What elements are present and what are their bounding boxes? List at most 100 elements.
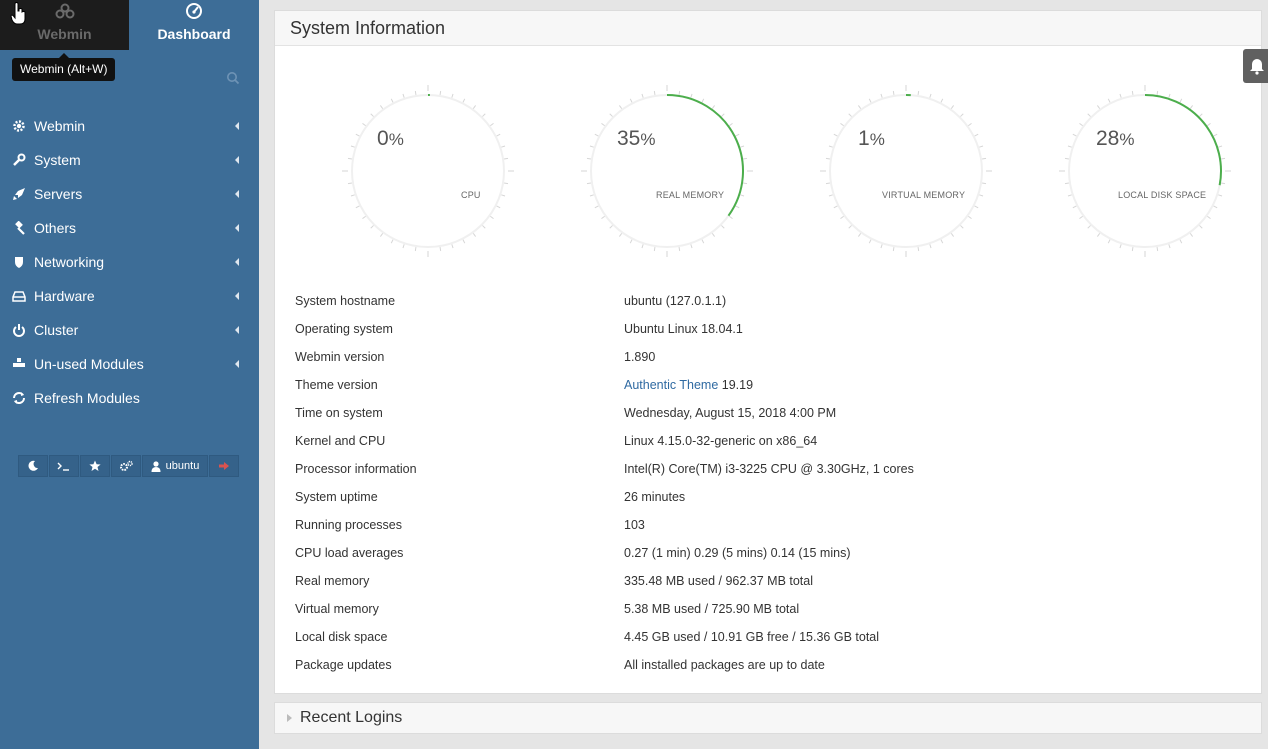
info-value: Authentic Theme 19.19	[624, 378, 753, 392]
gauge-tick	[1179, 98, 1183, 103]
gauge-tick	[1207, 215, 1211, 220]
sidebar-item-label: Webmin	[34, 118, 86, 134]
cogs-icon	[119, 460, 133, 472]
tab-dashboard[interactable]: Dashboard	[129, 0, 259, 50]
gauge-tick	[496, 205, 501, 209]
rocket-icon	[12, 187, 26, 201]
sidebar-item-webmin[interactable]: Webmin	[0, 109, 259, 143]
gauge-tick	[711, 233, 716, 237]
system-info-table: System hostname ubuntu (127.0.1.1) Opera…	[295, 287, 1235, 679]
sidebar: Webmin Dashboard Webmin (Alt+W) Webmin S…	[0, 0, 259, 749]
gauge-tick	[721, 113, 725, 117]
gauge-tick	[735, 133, 740, 137]
gauge-tick	[355, 205, 360, 209]
gauge-tick	[940, 239, 944, 244]
sidebar-item-hardware[interactable]: Hardware	[0, 279, 259, 313]
gauge-tick	[1067, 194, 1072, 197]
recent-logins-panel[interactable]: Recent Logins	[274, 702, 1262, 734]
gauge-tick	[701, 98, 705, 103]
bell-icon	[1249, 57, 1265, 80]
sidebar-item-refresh-modules[interactable]: Refresh Modules	[0, 381, 259, 415]
settings-button[interactable]	[111, 455, 141, 477]
gauge-tick	[350, 194, 355, 197]
time-link[interactable]: Wednesday, August 15, 2018 4:00 PM	[624, 406, 836, 420]
gauge-tick	[439, 246, 442, 252]
info-value: 5.38 MB used / 725.90 MB total	[624, 602, 800, 616]
gauge-tick	[594, 133, 599, 137]
gauge-tick	[1107, 239, 1111, 244]
info-key: Operating system	[295, 322, 393, 336]
gauge-tick	[729, 122, 733, 127]
sidebar-item-label: Un-used Modules	[34, 356, 144, 372]
favorites-button[interactable]	[80, 455, 110, 477]
gauge-tick	[828, 145, 833, 148]
gauge-tick	[1168, 93, 1171, 98]
processes-link[interactable]: 103	[624, 518, 645, 532]
gauge-tick	[379, 105, 384, 109]
logout-button[interactable]	[209, 455, 239, 477]
gauge-tick	[1079, 215, 1083, 220]
info-value: Ubuntu Linux 18.04.1	[624, 322, 743, 336]
hostname-link[interactable]: ubuntu (127.0.1.1)	[624, 294, 726, 308]
gauge-tick	[968, 122, 972, 127]
sidebar-item-others[interactable]: Others	[0, 211, 259, 245]
gauge-tick	[362, 122, 366, 127]
gauge-tick	[690, 244, 693, 249]
gauge-tick	[390, 98, 394, 103]
search-icon[interactable]	[226, 71, 240, 85]
gauge-tick	[490, 215, 494, 220]
theme-link[interactable]: Authentic Theme	[624, 378, 718, 392]
sidebar-item-networking[interactable]: Networking	[0, 245, 259, 279]
gauge-tick	[1189, 105, 1194, 109]
sidebar-item-label: Servers	[34, 186, 83, 202]
gauge-tick	[347, 182, 353, 185]
gauge-tick	[618, 105, 623, 109]
gauge-tick	[451, 244, 454, 249]
info-key: Webmin version	[295, 350, 385, 364]
gauge-local-disk-space: 28% LOCAL DISK SPACE	[1050, 81, 1240, 261]
gauge-tick	[740, 145, 745, 148]
package-updates-link[interactable]: All installed packages are up to date	[624, 658, 825, 672]
info-key: System uptime	[295, 490, 378, 504]
logout-icon	[218, 461, 230, 471]
night-mode-button[interactable]	[18, 455, 48, 477]
gauge-tick	[586, 182, 592, 185]
gauge-tick	[1072, 133, 1077, 137]
gauge-label: CPU	[461, 190, 481, 200]
notifications-button[interactable]	[1243, 49, 1268, 83]
info-key: Real memory	[295, 574, 370, 588]
sidebar-item-cluster[interactable]: Cluster	[0, 313, 259, 347]
gauge-tick	[833, 205, 838, 209]
gauge-tick	[390, 239, 394, 244]
sidebar-item-servers[interactable]: Servers	[0, 177, 259, 211]
info-key: Theme version	[295, 378, 378, 392]
gauge-tick	[974, 205, 979, 209]
user-button[interactable]: ubuntu	[142, 455, 208, 477]
dashboard-gauge-icon	[129, 0, 259, 22]
gauge-tick	[880, 244, 883, 249]
sidebar-item-unused-modules[interactable]: Un-used Modules	[0, 347, 259, 381]
gauge-tick	[370, 113, 374, 117]
gauge-tick	[848, 225, 852, 229]
sidebar-item-system[interactable]: System	[0, 143, 259, 177]
gavel-icon	[12, 220, 26, 235]
caret-left-icon	[235, 190, 239, 198]
gauge-tick	[721, 225, 725, 229]
info-row-webmin-version: Webmin version 1.890	[295, 343, 1235, 371]
uptime-link[interactable]: 26 minutes	[624, 490, 685, 504]
gauge-tick	[929, 244, 932, 249]
tab-webmin-label: Webmin	[37, 26, 92, 42]
gauge-track	[351, 94, 505, 248]
gauge-tick	[414, 246, 417, 252]
gauge-tick	[1131, 90, 1134, 96]
gauge-tick	[501, 194, 506, 197]
info-value: Linux 4.15.0-32-generic on x86_64	[624, 434, 818, 448]
terminal-button[interactable]	[49, 455, 79, 477]
info-key: Local disk space	[295, 630, 388, 644]
gauge-tick	[1189, 233, 1194, 237]
gauge-tick	[503, 182, 509, 185]
gauge-fill-arc	[1144, 94, 1222, 186]
gauge-tick	[482, 113, 486, 117]
gauge-tick	[711, 105, 716, 109]
gauge-tick	[1168, 244, 1171, 249]
